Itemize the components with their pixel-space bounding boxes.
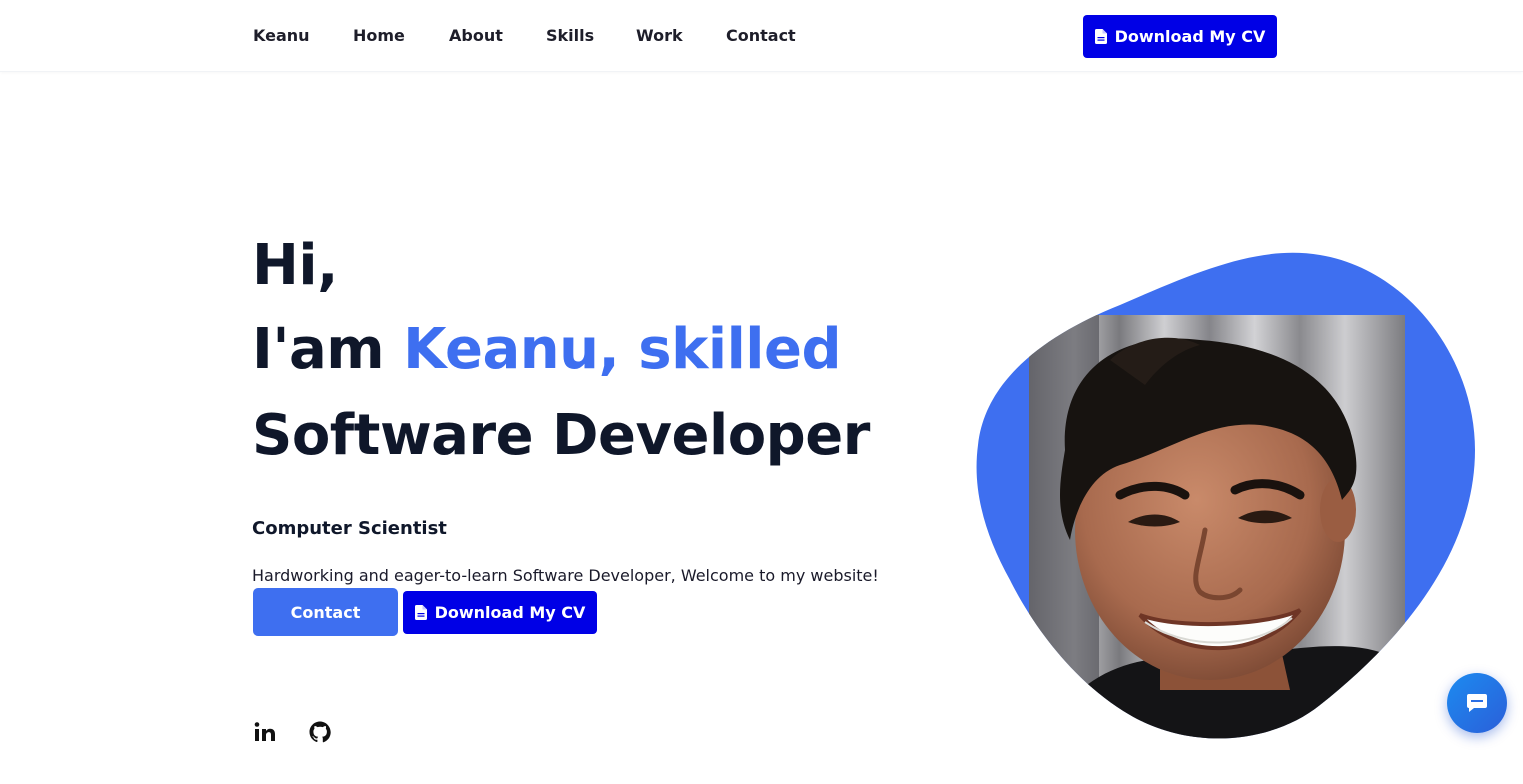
brand-link[interactable]: Keanu [253, 26, 310, 45]
hero-tagline: Hardworking and eager-to-learn Software … [252, 566, 879, 585]
document-icon [1094, 29, 1107, 44]
chat-widget-button[interactable] [1447, 673, 1507, 733]
hero-role: Software Developer [252, 403, 870, 468]
header-download-cv-label: Download My CV [1114, 27, 1266, 46]
site-header: Keanu Home About Skills Work Contact Dow… [0, 0, 1523, 72]
hero-download-cv-button[interactable]: Download My CV [403, 591, 597, 634]
contact-button[interactable]: Contact [253, 588, 398, 636]
github-icon[interactable] [308, 720, 332, 744]
hero-subtitle: Computer Scientist [252, 518, 447, 539]
nav-work[interactable]: Work [636, 26, 683, 45]
hero-image-blob [970, 250, 1490, 750]
document-icon [414, 605, 427, 620]
hero-greeting: Hi, [252, 233, 338, 298]
linkedin-icon[interactable] [253, 720, 277, 744]
profile-photo [976, 252, 1476, 739]
nav-skills[interactable]: Skills [546, 26, 594, 45]
hero-download-cv-label: Download My CV [434, 603, 586, 622]
chat-bubble-icon [1467, 694, 1487, 712]
hero-intro: I'am Keanu, skilled [252, 322, 842, 378]
nav-about[interactable]: About [449, 26, 503, 45]
hero-intro-highlight: Keanu, skilled [403, 317, 842, 382]
nav-home[interactable]: Home [353, 26, 405, 45]
nav-contact[interactable]: Contact [726, 26, 796, 45]
hero-intro-prefix: I'am [252, 317, 404, 382]
header-download-cv-button[interactable]: Download My CV [1083, 15, 1277, 58]
